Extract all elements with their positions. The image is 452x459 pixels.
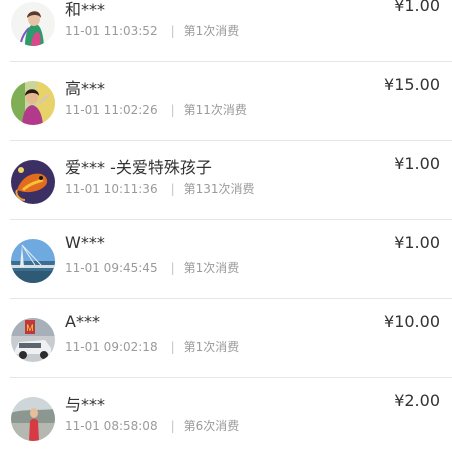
record-time: 11-01 11:02:26 bbox=[65, 103, 158, 117]
user-name: W*** bbox=[65, 233, 105, 252]
meta-separator: | bbox=[170, 103, 175, 117]
list-item[interactable]: 与*** 11-01 08:58:08 | 第6次消费 ¥2.00 bbox=[0, 378, 452, 457]
consumption-count: 第1次消费 bbox=[183, 24, 240, 38]
consumption-record-list: 和*** 11-01 11:03:52 | 第1次消费 ¥1.00 高*** 11-… bbox=[0, 0, 452, 459]
avatar bbox=[11, 160, 55, 204]
record-meta: 11-01 09:02:18 | 第1次消费 bbox=[65, 338, 239, 355]
meta-separator: | bbox=[170, 261, 175, 275]
user-name: 与*** bbox=[65, 395, 106, 414]
amount: ¥15.00 bbox=[384, 75, 440, 94]
record-time: 11-01 10:11:36 bbox=[65, 182, 158, 196]
record-meta: 11-01 08:58:08 | 第6次消费 bbox=[65, 417, 239, 434]
meta-separator: | bbox=[170, 340, 175, 354]
list-item[interactable]: M A*** 11-01 09:02:18 | 第1次消费 ¥10.00 bbox=[0, 299, 452, 378]
avatar bbox=[11, 2, 55, 46]
user-name: 高*** bbox=[65, 79, 106, 98]
consumption-count: 第11次消费 bbox=[183, 103, 247, 117]
list-item[interactable]: W*** 11-01 09:45:45 | 第1次消费 ¥1.00 bbox=[0, 220, 452, 299]
user-name: 爱*** -关爱特殊孩子 bbox=[65, 158, 212, 177]
consumption-count: 第131次消费 bbox=[183, 182, 255, 196]
meta-separator: | bbox=[170, 419, 175, 433]
list-item[interactable]: 爱*** -关爱特殊孩子 11-01 10:11:36 | 第131次消费 ¥1.0… bbox=[0, 141, 452, 220]
record-meta: 11-01 11:02:26 | 第11次消费 bbox=[65, 101, 247, 118]
meta-separator: | bbox=[170, 24, 175, 38]
avatar: M bbox=[11, 318, 55, 362]
avatar bbox=[11, 239, 55, 283]
list-item[interactable]: 和*** 11-01 11:03:52 | 第1次消费 ¥1.00 bbox=[0, 0, 452, 62]
list-item[interactable]: 高*** 11-01 11:02:26 | 第11次消费 ¥15.00 bbox=[0, 62, 452, 141]
amount: ¥1.00 bbox=[394, 0, 440, 15]
user-name: 和*** bbox=[65, 0, 106, 19]
consumption-count: 第1次消费 bbox=[183, 261, 240, 275]
record-time: 11-01 08:58:08 bbox=[65, 419, 158, 433]
record-meta: 11-01 10:11:36 | 第131次消费 bbox=[65, 180, 255, 197]
record-meta: 11-01 09:45:45 | 第1次消费 bbox=[65, 259, 239, 276]
meta-separator: | bbox=[170, 182, 175, 196]
amount: ¥10.00 bbox=[384, 312, 440, 331]
amount: ¥1.00 bbox=[394, 233, 440, 252]
avatar bbox=[11, 397, 55, 441]
record-time: 11-01 09:02:18 bbox=[65, 340, 158, 354]
record-meta: 11-01 11:03:52 | 第1次消费 bbox=[65, 22, 239, 39]
consumption-count: 第1次消费 bbox=[183, 340, 240, 354]
record-time: 11-01 11:03:52 bbox=[65, 24, 158, 38]
record-time: 11-01 09:45:45 bbox=[65, 261, 158, 275]
avatar bbox=[11, 81, 55, 125]
user-name: A*** bbox=[65, 312, 100, 331]
amount: ¥2.00 bbox=[394, 391, 440, 410]
amount: ¥1.00 bbox=[394, 154, 440, 173]
svg-text:M: M bbox=[26, 323, 34, 333]
consumption-count: 第6次消费 bbox=[183, 419, 240, 433]
